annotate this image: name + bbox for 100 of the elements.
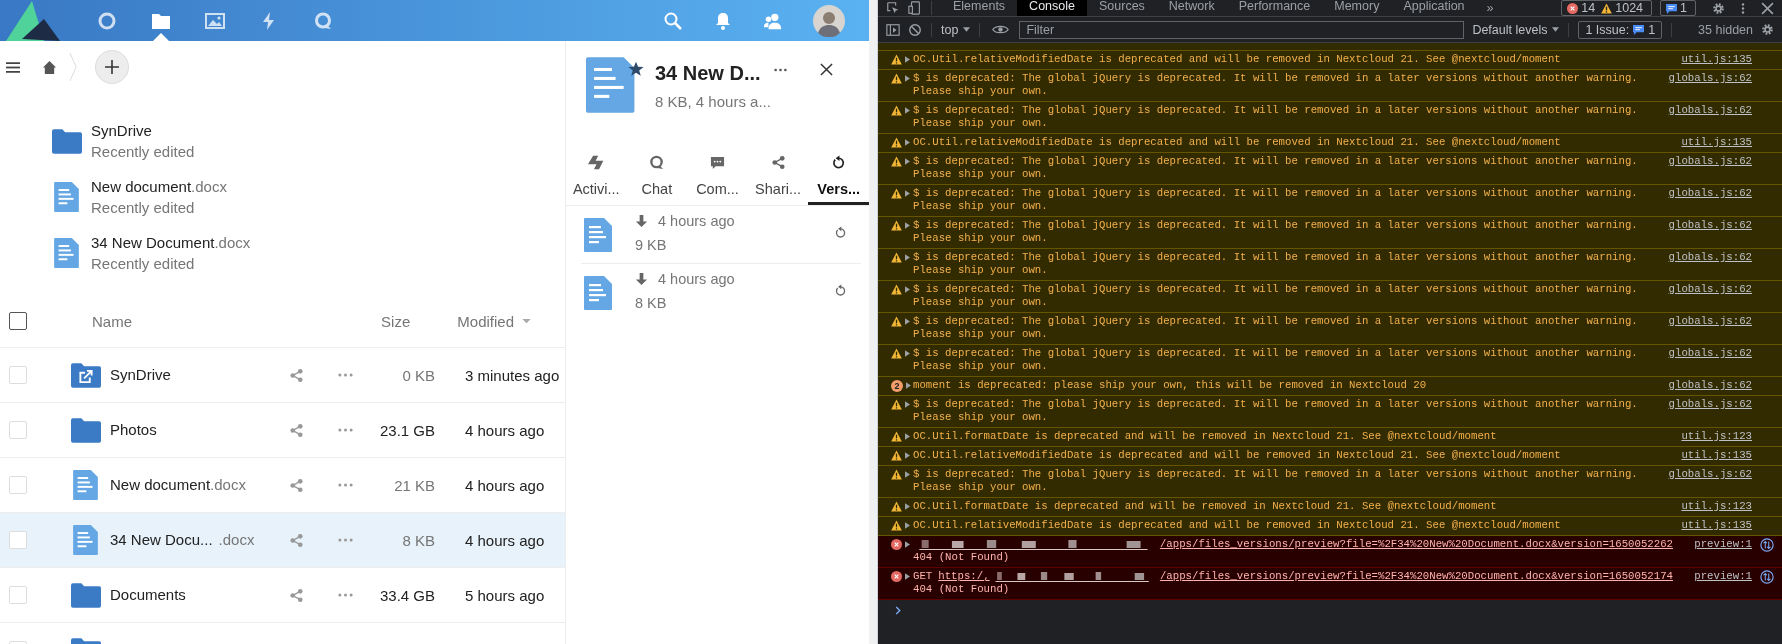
source-link[interactable]: util.js:135 xyxy=(1681,519,1752,532)
message-counter[interactable]: 1 xyxy=(1660,0,1696,16)
expand-icon[interactable] xyxy=(905,522,910,529)
expand-icon[interactable] xyxy=(905,75,910,82)
sidebar-toggle-icon[interactable] xyxy=(886,22,900,37)
source-link[interactable]: util.js:135 xyxy=(1681,136,1752,149)
select-all-checkbox[interactable] xyxy=(9,312,27,330)
devtools-tab[interactable]: Application xyxy=(1391,0,1477,16)
source-link[interactable]: globals.js:62 xyxy=(1668,315,1752,328)
close-icon[interactable] xyxy=(820,63,833,76)
expand-icon[interactable] xyxy=(905,503,910,510)
expand-icon[interactable] xyxy=(905,401,910,408)
source-link[interactable]: globals.js:62 xyxy=(1668,468,1752,481)
devtools-tab[interactable]: Elements xyxy=(941,0,1018,16)
file-row[interactable]: 34 New Docu... .docx 8 KB 4 hours ago xyxy=(0,513,565,568)
expand-icon[interactable] xyxy=(906,382,911,389)
row-checkbox[interactable] xyxy=(9,421,27,439)
source-link[interactable]: globals.js:62 xyxy=(1668,219,1752,232)
close-icon[interactable] xyxy=(1761,1,1774,15)
url-link[interactable]: https:/, xyxy=(938,570,990,583)
source-link[interactable]: globals.js:62 xyxy=(1668,104,1752,117)
column-header[interactable]: Name xyxy=(92,312,132,330)
expand-icon[interactable] xyxy=(905,56,910,63)
more-tabs-button[interactable]: » xyxy=(1476,1,1504,15)
filter-input[interactable]: Filter xyxy=(1019,20,1465,39)
file-name[interactable]: 34 New Docu... .docx xyxy=(110,531,255,548)
sidebar-tab[interactable]: Com... xyxy=(687,147,748,205)
clear-console-icon[interactable] xyxy=(908,22,922,37)
issues-button[interactable]: 1 Issue: 1 xyxy=(1578,20,1663,39)
share-icon[interactable] xyxy=(289,477,304,493)
source-link[interactable]: util.js:135 xyxy=(1681,53,1752,66)
kebab-menu-icon[interactable] xyxy=(1741,1,1745,15)
home-icon[interactable] xyxy=(42,59,57,75)
file-row[interactable]: Documents 33.4 GB 5 hours ago xyxy=(0,568,565,623)
file-name[interactable]: New document.docx xyxy=(110,476,246,493)
expand-icon[interactable] xyxy=(905,139,910,146)
prompt-icon[interactable] xyxy=(895,605,901,615)
row-checkbox[interactable] xyxy=(9,476,27,494)
file-name[interactable]: SynDrive xyxy=(110,366,171,383)
expand-icon[interactable] xyxy=(905,471,910,478)
restore-icon[interactable] xyxy=(834,226,847,239)
context-dropdown[interactable]: top xyxy=(941,22,959,37)
source-link[interactable]: globals.js:62 xyxy=(1668,251,1752,264)
expand-icon[interactable] xyxy=(905,573,910,580)
expand-icon[interactable] xyxy=(905,254,910,261)
file-row[interactable]: SynDrive 0 KB 3 minutes ago xyxy=(0,348,565,403)
source-link[interactable]: globals.js:62 xyxy=(1668,379,1752,392)
menu-icon[interactable] xyxy=(6,60,20,74)
row-checkbox[interactable] xyxy=(9,586,27,604)
logo-icon[interactable] xyxy=(4,0,62,41)
settings-icon[interactable] xyxy=(1712,1,1725,15)
log-levels-dropdown[interactable]: Default levels xyxy=(1472,22,1548,37)
file-name[interactable]: Photos xyxy=(110,421,157,438)
devtools-tab[interactable]: Sources xyxy=(1087,0,1157,16)
source-link[interactable]: util.js:123 xyxy=(1681,430,1752,443)
share-icon[interactable] xyxy=(289,587,304,603)
expand-icon[interactable] xyxy=(905,286,910,293)
issue-counter[interactable]: 14 1024 xyxy=(1561,0,1653,16)
devtools-tab[interactable]: Memory xyxy=(1322,0,1392,16)
expand-icon[interactable] xyxy=(905,318,910,325)
more-icon[interactable] xyxy=(774,68,787,72)
network-request-icon[interactable] xyxy=(1760,570,1774,584)
search-icon[interactable] xyxy=(663,10,683,31)
source-link[interactable]: preview:1 xyxy=(1694,538,1752,551)
recent-file-item[interactable]: New document.docx Recently edited xyxy=(0,169,565,225)
expand-icon[interactable] xyxy=(905,541,910,548)
expand-icon[interactable] xyxy=(905,433,910,440)
devtools-tab[interactable]: Performance xyxy=(1226,0,1323,16)
source-link[interactable]: globals.js:62 xyxy=(1668,398,1752,411)
row-checkbox[interactable] xyxy=(9,531,27,549)
expand-icon[interactable] xyxy=(905,158,910,165)
url-link[interactable]: /apps/files_versions/preview?file=%2F34%20New%20Document.docx&version=1650052262 xyxy=(1159,538,1673,551)
source-link[interactable]: globals.js:62 xyxy=(1668,187,1752,200)
star-icon[interactable] xyxy=(628,61,644,77)
source-link[interactable]: globals.js:62 xyxy=(1668,347,1752,360)
devtools-tab[interactable]: Console xyxy=(1017,0,1087,16)
file-name[interactable]: Documents xyxy=(110,586,186,603)
recent-file-item[interactable]: SynDrive Recently edited xyxy=(0,113,565,169)
file-row[interactable]: Photos 23.1 GB 4 hours ago xyxy=(0,403,565,458)
source-link[interactable]: globals.js:62 xyxy=(1668,283,1752,296)
share-icon[interactable] xyxy=(289,367,304,383)
devtools-tab[interactable]: Network xyxy=(1156,0,1227,16)
settings-icon[interactable] xyxy=(1761,23,1774,36)
inspect-icon[interactable] xyxy=(886,1,900,15)
row-checkbox[interactable] xyxy=(9,366,27,384)
sidebar-tab[interactable]: Chat xyxy=(626,147,688,205)
eye-icon[interactable] xyxy=(992,24,1010,35)
source-link[interactable]: util.js:123 xyxy=(1681,500,1752,513)
source-link[interactable]: util.js:135 xyxy=(1681,449,1752,462)
sidebar-tab[interactable]: Shari... xyxy=(747,147,809,205)
share-icon[interactable] xyxy=(289,532,304,548)
device-icon[interactable] xyxy=(908,1,922,15)
expand-icon[interactable] xyxy=(905,350,910,357)
expand-icon[interactable] xyxy=(905,452,910,459)
expand-icon[interactable] xyxy=(905,190,910,197)
source-link[interactable]: globals.js:62 xyxy=(1668,155,1752,168)
source-link[interactable]: preview:1 xyxy=(1694,570,1752,583)
source-link[interactable]: globals.js:62 xyxy=(1668,72,1752,85)
restore-icon[interactable] xyxy=(834,284,847,297)
expand-icon[interactable] xyxy=(905,107,910,114)
